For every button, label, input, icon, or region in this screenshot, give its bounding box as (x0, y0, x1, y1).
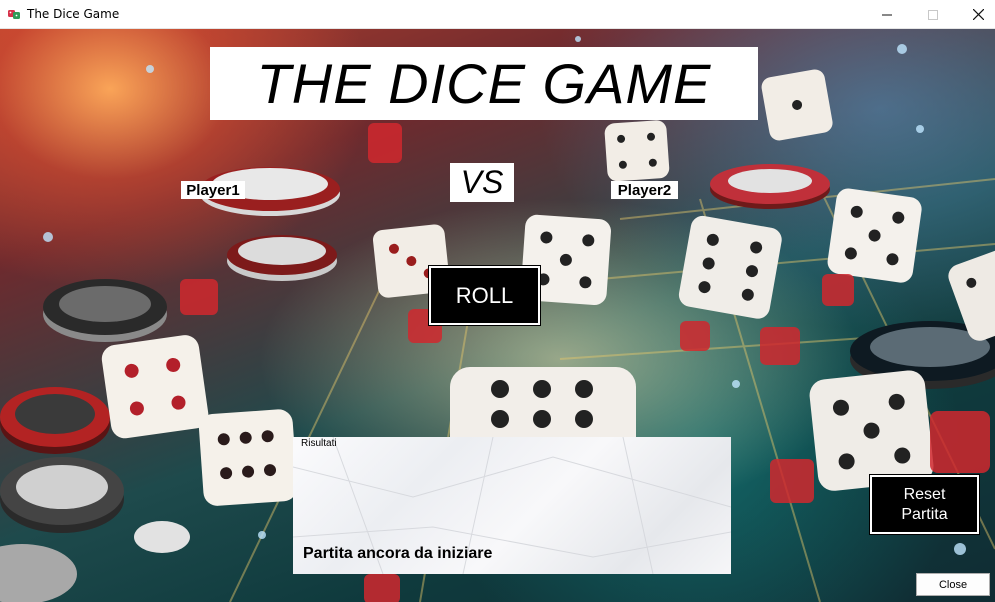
reset-game-button[interactable]: Reset Partita (869, 474, 980, 535)
dice-icon (8, 10, 20, 19)
minimize-icon (882, 14, 892, 15)
maximize-icon (928, 9, 938, 20)
vs-label: VS (460, 164, 504, 200)
app-window: The Dice Game THE DICE GAME VS Player1 P… (0, 0, 995, 602)
title-bar[interactable]: The Dice Game (0, 0, 995, 29)
reset-button-line1: Reset (903, 485, 946, 503)
results-status: Partita ancora da iniziare (303, 545, 493, 562)
game-title: THE DICE GAME (256, 52, 712, 115)
close-icon (972, 9, 984, 20)
minimize-button[interactable] (864, 0, 910, 29)
game-title-banner: THE DICE GAME (210, 47, 758, 120)
window-title: The Dice Game (27, 7, 120, 21)
results-label: Risultati (301, 438, 337, 449)
vs-label-box: VS (450, 163, 514, 202)
player2-label: Player2 (611, 181, 678, 199)
maximize-button[interactable] (910, 0, 956, 29)
player1-label: Player1 (181, 181, 245, 199)
close-button[interactable]: Close (916, 573, 990, 596)
close-window-button[interactable] (955, 0, 995, 29)
results-panel: Risultati Partita ancora da iniziare (293, 437, 731, 574)
roll-button[interactable]: ROLL (428, 265, 541, 326)
game-area: THE DICE GAME VS Player1 Player2 ROLL Ri… (0, 29, 995, 602)
reset-button-line2: Partita (901, 505, 948, 523)
